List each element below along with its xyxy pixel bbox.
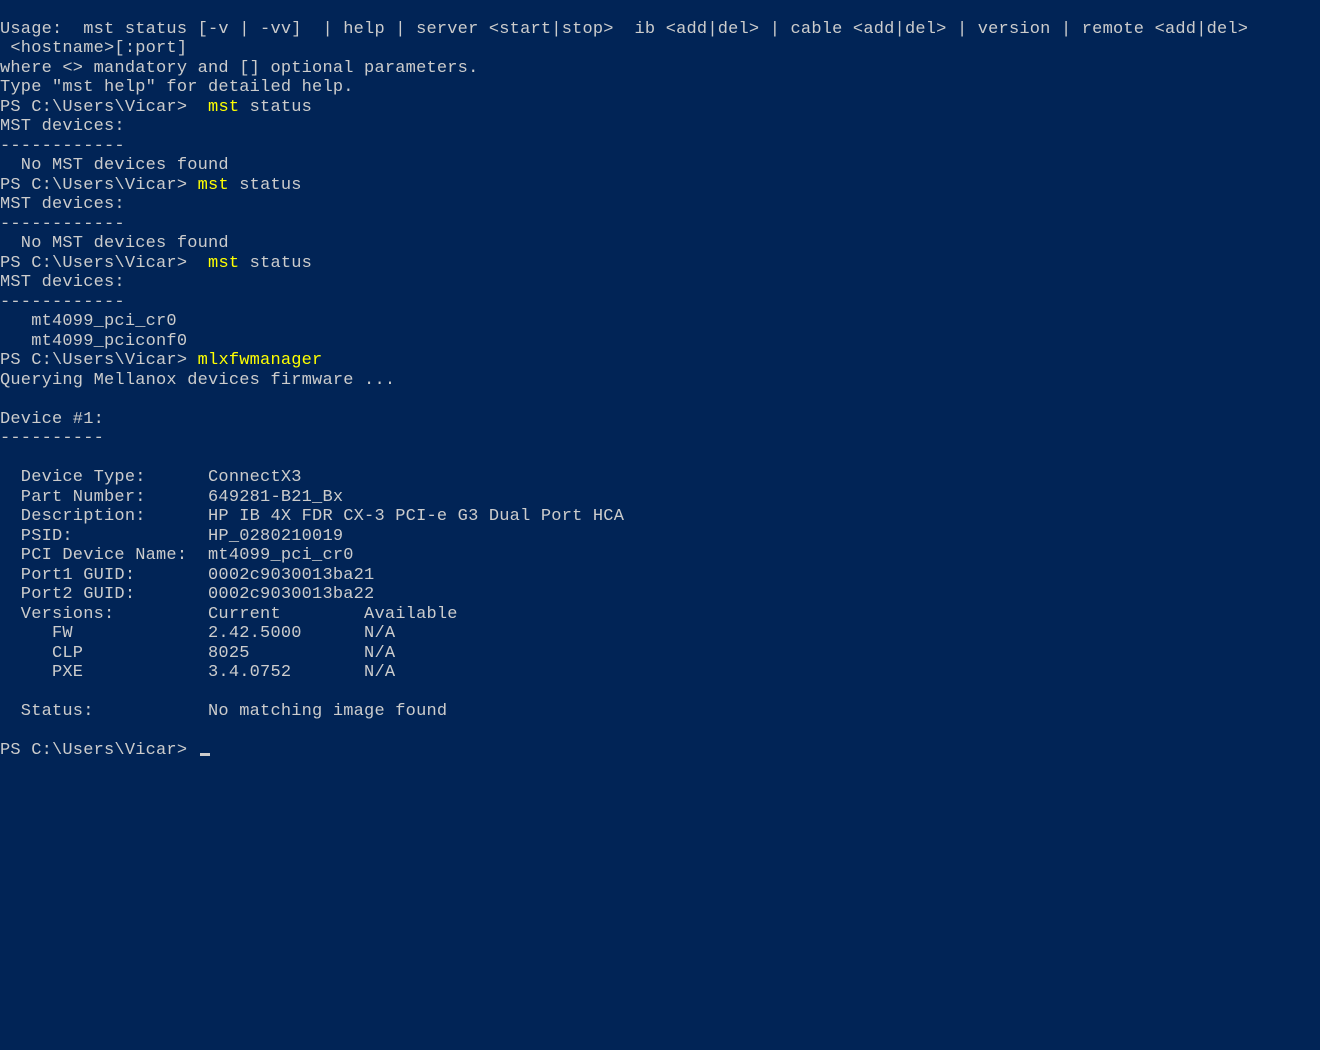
port2-guid: Port2 GUID: 0002c9030013ba22 <box>0 585 374 604</box>
port1-guid: Port1 GUID: 0002c9030013ba21 <box>0 566 374 585</box>
cmd-mst-2: mst <box>198 176 229 195</box>
mst-device-1: mt4099_pci_cr0 <box>0 312 177 331</box>
status-line: Status: No matching image found <box>0 702 447 721</box>
mst-devices-header-3: MST devices: <box>0 273 125 292</box>
version-clp: CLP 8025 N/A <box>0 644 395 663</box>
usage-line-1: Usage: mst status [-v | -vv] | help | se… <box>0 20 1248 39</box>
device-divider: ---------- <box>0 429 104 448</box>
mst-devices-header-2: MST devices: <box>0 195 125 214</box>
mst-divider-1: ------------ <box>0 137 125 156</box>
description: Description: HP IB 4X FDR CX-3 PCI-e G3 … <box>0 507 624 526</box>
version-pxe: PXE 3.4.0752 N/A <box>0 663 395 682</box>
version-fw: FW 2.42.5000 N/A <box>0 624 395 643</box>
versions-header: Versions: Current Available <box>0 605 458 624</box>
mst-none-2: No MST devices found <box>0 234 229 253</box>
prompt-5: PS C:\Users\Vicar> <box>0 741 198 760</box>
cmd-status-3: status <box>239 254 312 273</box>
usage-line-2: <hostname>[:port] <box>0 39 187 58</box>
mst-device-2: mt4099_pciconf0 <box>0 332 187 351</box>
terminal-output[interactable]: Usage: mst status [-v | -vv] | help | se… <box>0 0 1320 761</box>
usage-line-4: Type "mst help" for detailed help. <box>0 78 354 97</box>
cmd-status-1: status <box>239 98 312 117</box>
prompt-4: PS C:\Users\Vicar> <box>0 351 198 370</box>
pci-device-name: PCI Device Name: mt4099_pci_cr0 <box>0 546 354 565</box>
mst-devices-header-1: MST devices: <box>0 117 125 136</box>
device-type: Device Type: ConnectX3 <box>0 468 302 487</box>
device-header: Device #1: <box>0 410 104 429</box>
prompt-1: PS C:\Users\Vicar> <box>0 98 198 117</box>
cmd-mst-3: mst <box>198 254 240 273</box>
querying-line: Querying Mellanox devices firmware ... <box>0 371 395 390</box>
cursor-icon[interactable] <box>200 753 210 756</box>
mst-none-1: No MST devices found <box>0 156 229 175</box>
cmd-status-2: status <box>229 176 302 195</box>
psid: PSID: HP_0280210019 <box>0 527 343 546</box>
mst-divider-2: ------------ <box>0 215 125 234</box>
usage-line-3: where <> mandatory and [] optional param… <box>0 59 478 78</box>
part-number: Part Number: 649281-B21_Bx <box>0 488 343 507</box>
mst-divider-3: ------------ <box>0 293 125 312</box>
cmd-mlxfwmanager: mlxfwmanager <box>198 351 323 370</box>
prompt-3: PS C:\Users\Vicar> <box>0 254 198 273</box>
cmd-mst-1: mst <box>198 98 240 117</box>
prompt-2: PS C:\Users\Vicar> <box>0 176 198 195</box>
